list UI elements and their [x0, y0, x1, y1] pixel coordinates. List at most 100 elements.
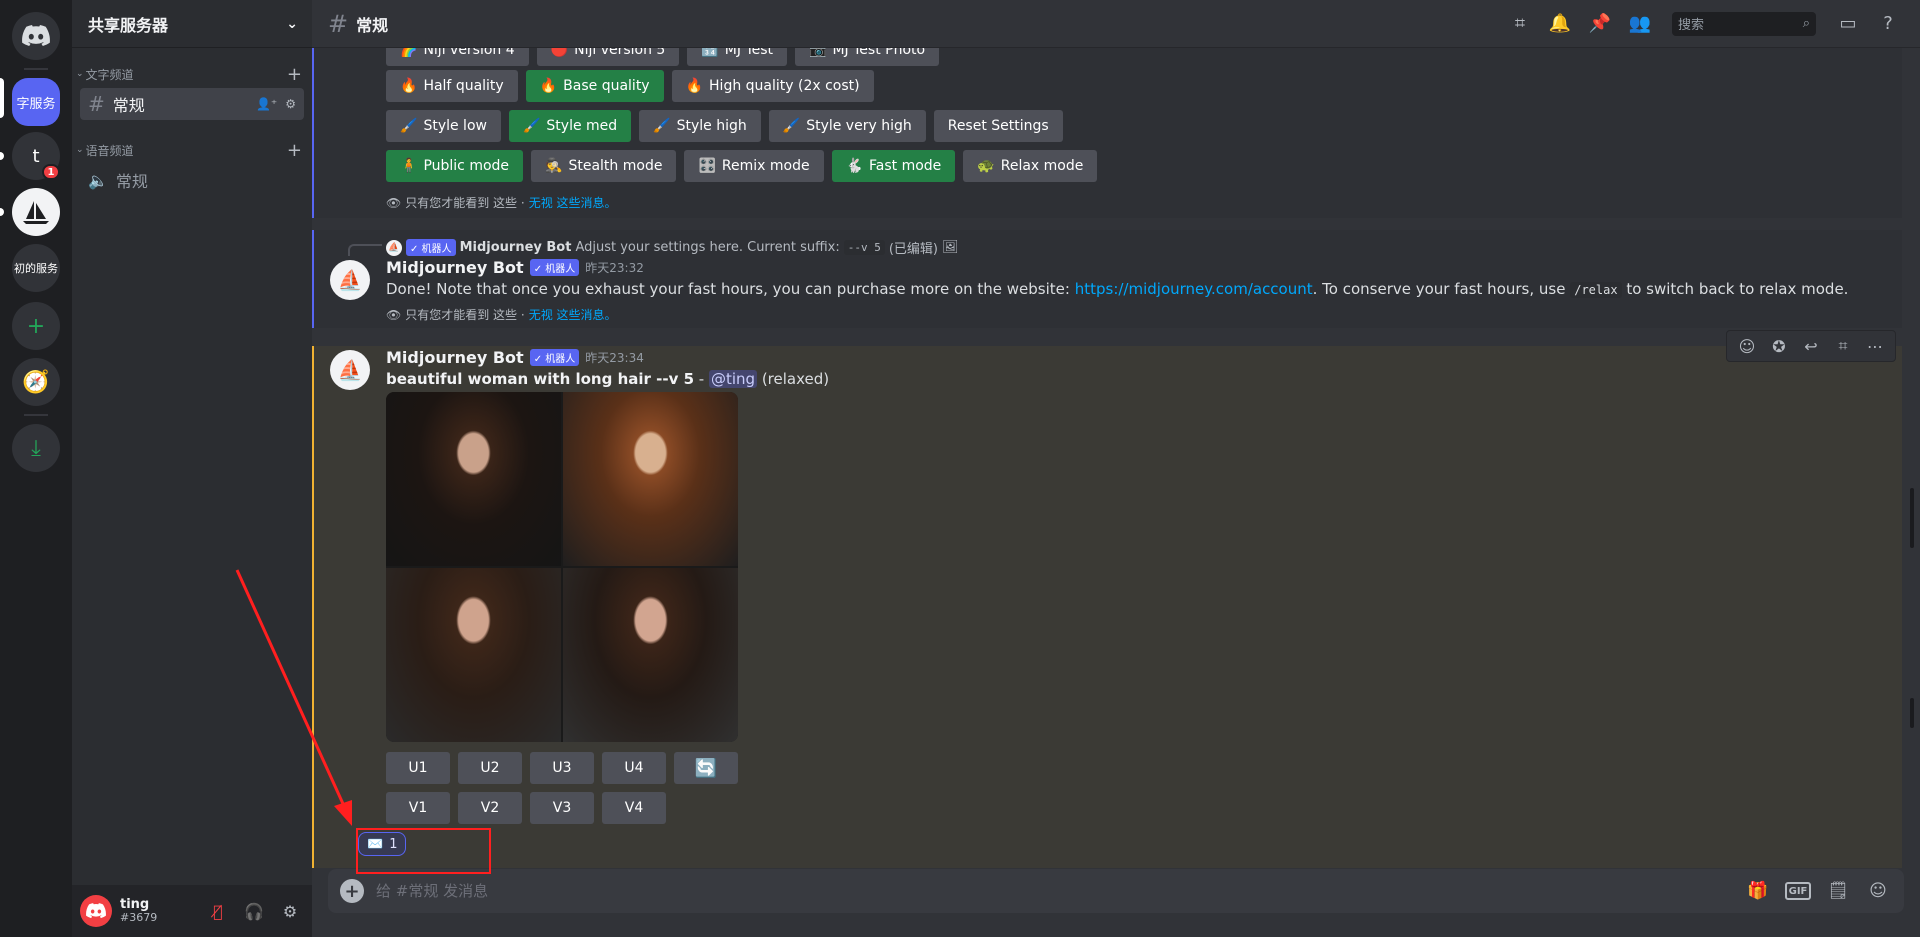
ephemeral-note: 👁 只有您才能看到 这些 · 无视 这些消息。 [386, 194, 617, 211]
server-midjourney[interactable] [12, 188, 60, 236]
scrollbar[interactable] [1910, 48, 1918, 868]
v2-button[interactable]: V2 [458, 792, 522, 824]
v4-button[interactable]: V4 [602, 792, 666, 824]
style-med-button[interactable]: 🖌️ Style med [508, 110, 632, 142]
public-mode-button[interactable]: 🧍 Public mode [386, 150, 524, 182]
button-label: Stealth mode [568, 158, 663, 174]
search-input[interactable]: 搜索 ⌕ [1672, 11, 1816, 36]
invite-icon[interactable]: 👤⁺ [256, 97, 277, 111]
u3-button[interactable]: U3 [530, 752, 594, 784]
reply-preview[interactable]: ⛵ ✓ 机器人 Midjourney Bot Adjust your setti… [386, 238, 959, 257]
more-options-icon[interactable]: ⋯ [1859, 332, 1891, 360]
avatar[interactable]: ⛵ [330, 350, 370, 390]
discord-home-button[interactable] [12, 12, 60, 60]
help-icon[interactable]: ? [1872, 8, 1904, 40]
rail-separator-2 [24, 414, 48, 416]
add-reaction-icon[interactable]: ☺ [1731, 332, 1763, 360]
v3-button[interactable]: V3 [530, 792, 594, 824]
emoji-icon[interactable]: ☺ [1864, 877, 1892, 905]
category-text-channels[interactable]: ⌄ 文字频道 + [72, 62, 312, 86]
fast-mode-button[interactable]: 🐇 Fast mode [831, 150, 956, 182]
generated-image-2 [563, 392, 738, 566]
download-icon: ⤓ [31, 435, 41, 461]
gear-icon[interactable]: ⚙ [285, 97, 296, 111]
threads-icon[interactable]: ⌗ [1504, 8, 1536, 40]
inbox-icon[interactable]: ▭ [1832, 8, 1864, 40]
message-header: Midjourney Bot ✓ 机器人 昨天23:34 [386, 348, 644, 367]
super-reaction-icon[interactable]: ✪ [1763, 332, 1795, 360]
user-settings-gear-icon[interactable]: ⚙ [276, 897, 304, 925]
u1-button[interactable]: U1 [386, 752, 450, 784]
gif-icon[interactable]: GIF [1784, 877, 1812, 905]
image-grid[interactable] [386, 392, 738, 742]
u2-button[interactable]: U2 [458, 752, 522, 784]
channel-text-general[interactable]: # 常规 👤⁺ ⚙ [80, 88, 304, 120]
author-name[interactable]: Midjourney Bot [386, 348, 524, 367]
high-quality-2x-cost-button[interactable]: 🔥 High quality (2x cost) [671, 70, 874, 102]
avatar[interactable] [80, 895, 112, 927]
relax-mode-button[interactable]: 🐢 Relax mode [963, 150, 1098, 182]
stealth-mode-button[interactable]: 🕵️ Stealth mode [531, 150, 677, 182]
reroll-refresh-icon[interactable]: 🔄 [674, 752, 738, 784]
base-quality-button[interactable]: 🔥 Base quality [525, 70, 664, 102]
half-quality-button[interactable]: 🔥 Half quality [386, 70, 518, 102]
generated-image-4 [563, 568, 738, 742]
server-shared[interactable]: 字服务 [12, 78, 60, 126]
reset-settings-button[interactable]: Reset Settings [933, 110, 1063, 142]
create-channel-icon[interactable]: + [287, 140, 302, 161]
sticker-icon[interactable]: 🗒 [1824, 877, 1852, 905]
reply-icon[interactable]: ↩ [1795, 332, 1827, 360]
member-list-icon[interactable]: 👥 [1624, 8, 1656, 40]
user-mention[interactable]: @ting [708, 370, 758, 388]
u4-button[interactable]: U4 [602, 752, 666, 784]
guild-header[interactable]: 共享服务器 ⌄ [72, 0, 312, 48]
notification-bell-icon[interactable]: 🔔 [1544, 8, 1576, 40]
add-server-button[interactable]: + [12, 302, 60, 350]
compass-icon: 🧭 [22, 369, 50, 395]
pin-icon[interactable]: 📌 [1584, 8, 1616, 40]
scroll-thumb[interactable] [1910, 488, 1914, 548]
download-apps-button[interactable]: ⤓ [12, 424, 60, 472]
gift-icon[interactable]: 🎁 [1744, 877, 1772, 905]
user-meta[interactable]: ting #3679 [120, 897, 196, 924]
emoji-icon: 🔥 [539, 78, 558, 94]
eye-icon: 👁 [386, 307, 402, 322]
scroll-thumb-2[interactable] [1910, 698, 1914, 728]
mj-test-button[interactable]: 🔢 MJ Test [687, 48, 788, 66]
avatar[interactable]: ⛵ [330, 260, 370, 300]
author-name[interactable]: Midjourney Bot [386, 258, 524, 277]
button-label: Style med [546, 118, 618, 134]
upload-plus-icon[interactable]: + [340, 879, 364, 903]
create-thread-icon[interactable]: ⌗ [1827, 332, 1859, 360]
reply-connector [348, 244, 382, 256]
v1-button[interactable]: V1 [386, 792, 450, 824]
server-small[interactable]: 初的服务 [12, 244, 60, 292]
style-high-button[interactable]: 🖌️ Style high [639, 110, 761, 142]
account-link[interactable]: https://midjourney.com/account [1075, 280, 1313, 298]
explore-servers-button[interactable]: 🧭 [12, 358, 60, 406]
niji-version-5-button[interactable]: 🔴 Niji version 5 [536, 48, 680, 66]
create-channel-icon[interactable]: + [287, 64, 302, 85]
plus-icon: + [26, 313, 46, 339]
relax-command: /relax [1570, 282, 1622, 298]
dismiss-link[interactable]: 无视 这些消息。 [529, 194, 617, 211]
dismiss-link[interactable]: 无视 这些消息。 [529, 306, 617, 323]
niji-version-4-button[interactable]: 🌈 Niji version 4 [386, 48, 529, 66]
button-label: Public mode [423, 158, 510, 174]
midjourney-sailboat-icon [23, 201, 49, 224]
style-button-row: 🖌️ Style low 🖌️ Style med 🖌️ Style high 🖌️ Styl… [386, 110, 1063, 142]
user-panel: ting #3679 🎙̸ 🎧 ⚙ [72, 885, 312, 937]
mention-badge: 1 [42, 164, 60, 180]
style-very-high-button[interactable]: 🖌️ Style very high [768, 110, 926, 142]
variation-button-row: V1 V2 V3 V4 [386, 792, 666, 824]
remix-mode-button[interactable]: 🎛️ Remix mode [684, 150, 824, 182]
channel-voice-general[interactable]: 🔈 常规 [80, 164, 304, 196]
category-voice-channels[interactable]: ⌄ 语音频道 + [72, 138, 312, 162]
message-input[interactable] [376, 882, 1732, 900]
emoji-icon: 🎛️ [698, 158, 716, 174]
server-rail: 字服务 t 1 初的服务 + 🧭 ⤓ [0, 0, 72, 937]
headphones-icon[interactable]: 🎧 [240, 897, 268, 925]
mute-mic-icon[interactable]: 🎙̸ [204, 897, 232, 925]
style-low-button[interactable]: 🖌️ Style low [386, 110, 501, 142]
mj-test-photo-button[interactable]: 📷 MJ Test Photo [795, 48, 940, 66]
